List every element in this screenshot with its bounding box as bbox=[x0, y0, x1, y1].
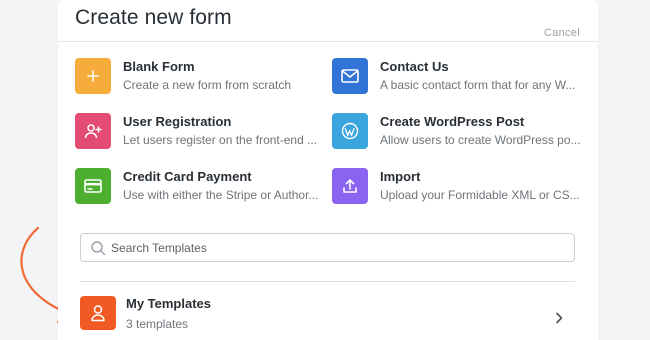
search-templates-box bbox=[80, 233, 575, 262]
option-description: Use with either the Stripe or Author... bbox=[123, 188, 319, 202]
option-import[interactable]: Import Upload your Formidable XML or CS.… bbox=[332, 168, 582, 208]
user-add-icon bbox=[75, 113, 111, 149]
plus-icon bbox=[75, 58, 111, 94]
mail-icon bbox=[332, 58, 368, 94]
modal-title: Create new form bbox=[75, 6, 232, 29]
search-icon bbox=[90, 240, 106, 261]
upload-icon bbox=[332, 168, 368, 204]
wordpress-icon bbox=[332, 113, 368, 149]
divider bbox=[80, 281, 575, 282]
option-title: User Registration bbox=[123, 114, 232, 129]
option-user-registration[interactable]: User Registration Let users register on … bbox=[75, 113, 325, 153]
user-icon bbox=[80, 296, 116, 330]
cancel-button[interactable]: Cancel bbox=[544, 27, 580, 39]
option-description: Upload your Formidable XML or CS... bbox=[380, 188, 580, 202]
option-title: Create WordPress Post bbox=[380, 114, 525, 129]
option-description: Create a new form from scratch bbox=[123, 78, 292, 92]
option-title: Credit Card Payment bbox=[123, 169, 252, 184]
option-title: Blank Form bbox=[123, 59, 195, 74]
option-blank-form[interactable]: Blank Form Create a new form from scratc… bbox=[75, 58, 325, 98]
option-create-wordpress-post[interactable]: Create WordPress Post Allow users to cre… bbox=[332, 113, 582, 153]
option-description: A basic contact form that for any W... bbox=[380, 78, 576, 92]
my-templates-row[interactable]: My Templates 3 templates bbox=[80, 294, 575, 334]
option-title: Contact Us bbox=[380, 59, 449, 74]
option-contact-us[interactable]: Contact Us A basic contact form that for… bbox=[332, 58, 582, 98]
option-credit-card-payment[interactable]: Credit Card Payment Use with either the … bbox=[75, 168, 325, 208]
modal-header: Create new form Cancel bbox=[58, 0, 598, 42]
option-title: Import bbox=[380, 169, 421, 184]
my-templates-count: 3 templates bbox=[126, 317, 189, 331]
chevron-right-icon bbox=[555, 311, 563, 329]
option-description: Allow users to create WordPress po... bbox=[380, 133, 581, 147]
create-form-modal: Create new form Cancel Blank Form Create… bbox=[58, 0, 598, 340]
credit-card-icon bbox=[75, 168, 111, 204]
option-description: Let users register on the front-end ... bbox=[123, 133, 318, 147]
my-templates-title: My Templates bbox=[126, 296, 212, 311]
search-input[interactable] bbox=[111, 238, 561, 257]
